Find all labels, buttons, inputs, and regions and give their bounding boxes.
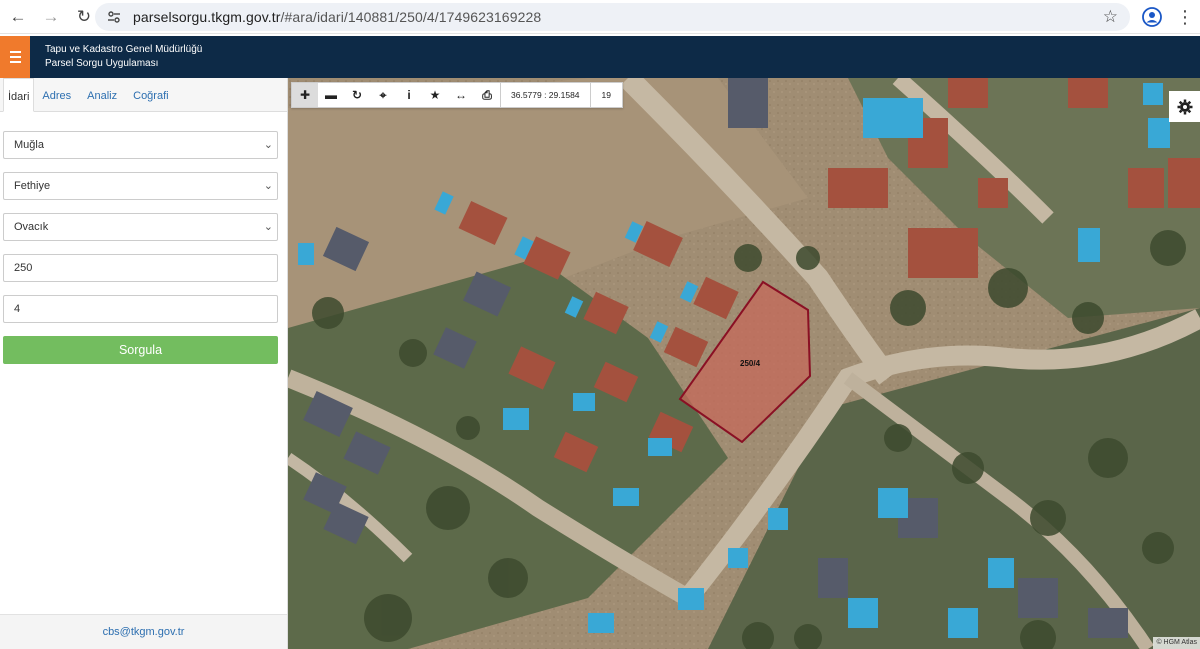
info-icon[interactable]: i bbox=[396, 83, 422, 107]
zoom-out-icon[interactable]: ▬ bbox=[318, 83, 344, 107]
coordinate-readout: 36.5779 : 29.1584 bbox=[500, 83, 590, 107]
tab-bar: İdari Adres Analiz Coğrafi bbox=[0, 78, 287, 112]
crosshair-icon[interactable]: ⌖ bbox=[370, 83, 396, 107]
forward-icon[interactable]: → bbox=[36, 2, 66, 32]
parcel-label: 250/4 bbox=[740, 359, 761, 368]
sidebar: İdari Adres Analiz Coğrafi Muğla ⌄ Fethi… bbox=[0, 78, 288, 649]
parcel-value: 4 bbox=[14, 303, 21, 315]
app-title: Tapu ve Kadastro Genel Müdürlüğü Parsel … bbox=[45, 43, 202, 71]
query-button[interactable]: Sorgula bbox=[3, 336, 278, 364]
zoom-level: 19 bbox=[589, 83, 622, 107]
province-value: Muğla bbox=[14, 139, 44, 151]
map-toolbar: ✚ ▬ ↻ ⌖ i ★ ↔ ⎙ 36.5779 : 29.1584 19 bbox=[291, 82, 623, 108]
chevron-down-icon: ⌄ bbox=[263, 139, 273, 151]
hamburger-icon bbox=[9, 50, 21, 65]
profile-icon[interactable] bbox=[1141, 6, 1163, 28]
district-value: Fethiye bbox=[14, 180, 51, 192]
browser-toolbar: ← → ↻ parselsorgu.tkgm.gov.tr/#ara/idari… bbox=[0, 0, 1200, 34]
chevron-down-icon: ⌄ bbox=[263, 180, 273, 192]
block-input[interactable]: 250 bbox=[3, 254, 278, 282]
parcel-input[interactable]: 4 bbox=[3, 295, 278, 323]
map-view[interactable]: 250/4 ✚ ▬ ↻ ⌖ i ★ ↔ ⎙ 36.5779 : 29.1584 … bbox=[288, 78, 1200, 649]
app-header: Tapu ve Kadastro Genel Müdürlüğü Parsel … bbox=[0, 36, 1200, 78]
address-bar[interactable]: parselsorgu.tkgm.gov.tr/#ara/idari/14088… bbox=[95, 3, 1130, 31]
tab-analiz[interactable]: Analiz bbox=[79, 78, 125, 111]
star-icon[interactable]: ★ bbox=[422, 83, 448, 107]
site-info-icon[interactable] bbox=[105, 8, 123, 26]
block-value: 250 bbox=[14, 262, 33, 274]
footer-email-link[interactable]: cbs@tkgm.gov.tr bbox=[0, 614, 287, 649]
neighborhood-select[interactable]: Ovacık ⌄ bbox=[3, 213, 278, 241]
district-select[interactable]: Fethiye ⌄ bbox=[3, 172, 278, 200]
chevron-down-icon: ⌄ bbox=[263, 221, 273, 233]
zoom-in-icon[interactable]: ✚ bbox=[292, 83, 318, 107]
tab-cografi[interactable]: Coğrafi bbox=[125, 78, 176, 111]
hamburger-menu-button[interactable] bbox=[0, 36, 30, 78]
url-text: parselsorgu.tkgm.gov.tr/#ara/idari/14088… bbox=[133, 9, 542, 25]
measure-icon[interactable]: ↔ bbox=[448, 83, 474, 107]
bookmark-star-icon[interactable]: ☆ bbox=[1103, 7, 1118, 27]
settings-gear-icon[interactable] bbox=[1169, 91, 1200, 122]
menu-kebab-icon[interactable]: ⋮ bbox=[1175, 7, 1195, 27]
refresh-icon[interactable]: ↻ bbox=[344, 83, 370, 107]
province-select[interactable]: Muğla ⌄ bbox=[3, 131, 278, 159]
tab-adres[interactable]: Adres bbox=[34, 78, 79, 111]
print-icon[interactable]: ⎙ bbox=[474, 83, 500, 107]
back-icon[interactable]: ← bbox=[3, 2, 33, 32]
title-line-2: Parsel Sorgu Uygulaması bbox=[45, 58, 159, 69]
map-attribution: © HGM Atlas bbox=[1153, 637, 1200, 649]
tab-idari[interactable]: İdari bbox=[3, 78, 35, 112]
title-line-1: Tapu ve Kadastro Genel Müdürlüğü bbox=[45, 44, 203, 55]
neighborhood-value: Ovacık bbox=[14, 221, 49, 233]
